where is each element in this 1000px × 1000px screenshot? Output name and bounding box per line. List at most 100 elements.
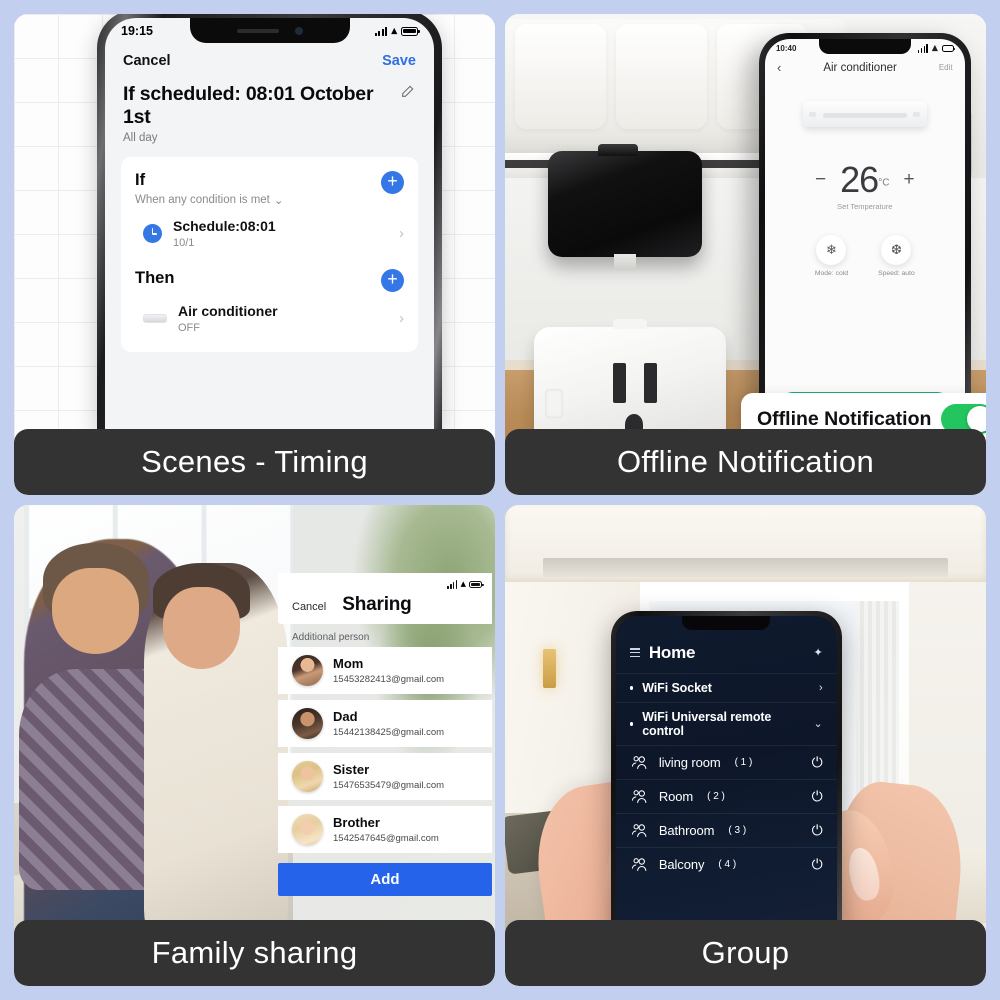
add-button[interactable]: Add: [278, 863, 492, 896]
mode-cold-label: Mode: cold: [814, 270, 849, 278]
group-name: Room: [658, 788, 694, 804]
device-title: Air conditioner: [823, 61, 897, 74]
signal-bars-icon: [374, 26, 388, 36]
panel-group: Home ✦ WiFi Socket › WiFi Universal remo…: [505, 505, 986, 986]
list-item[interactable]: Dad 15442138425@gmail.com: [278, 700, 492, 747]
status-time: 10:40: [775, 44, 797, 54]
cancel-button[interactable]: Cancel: [123, 53, 171, 69]
then-section-header: Then +: [121, 269, 418, 292]
condition-title: Schedule:08:01: [173, 218, 276, 234]
hamburger-menu-icon[interactable]: [629, 648, 640, 658]
group-count: ( 3 ): [728, 824, 747, 836]
sharing-dialog: ▴ Cancel Sharing Additional person Mom 1…: [278, 573, 492, 896]
nav-bar: ‹ Air conditioner Edit: [765, 54, 965, 75]
temperature-control: − 26°C +: [765, 159, 965, 201]
battery-full-icon: [401, 26, 420, 36]
group-row[interactable]: Balcony ( 4 ) ⏻: [615, 846, 837, 881]
phone-screen-scenes: 19:15 ▴ Cancel Save If scheduled: 08:01 …: [105, 18, 434, 430]
group-name: living room: [658, 754, 721, 770]
list-item[interactable]: Mom 15453282413@gmail.com: [278, 647, 492, 694]
speed-auto-button[interactable]: ❆ Speed: auto: [878, 235, 915, 277]
group-count: ( 2 ): [707, 790, 725, 802]
list-item[interactable]: Brother 1542547645@gmail.com: [278, 806, 492, 853]
edit-button[interactable]: Edit: [939, 63, 953, 72]
device-row[interactable]: WiFi Socket ›: [615, 672, 837, 702]
cancel-button[interactable]: Cancel: [292, 601, 326, 613]
snowflake-icon: ❄: [816, 235, 847, 266]
device-row[interactable]: WiFi Universal remote control ⌄: [615, 701, 837, 745]
then-heading: Then: [135, 269, 175, 287]
ac-unit-icon: [802, 101, 927, 128]
group-row[interactable]: Bathroom ( 3 ) ⏻: [615, 812, 837, 847]
panel-family-sharing: ▴ Cancel Sharing Additional person Mom 1…: [14, 505, 495, 986]
scene-title: If scheduled: 08:01 October 1st: [123, 83, 374, 128]
condition-row[interactable]: Schedule:08:01 10/1 ›: [121, 207, 418, 259]
group-row[interactable]: Room ( 2 ) ⏻: [615, 778, 837, 813]
avatar: [292, 655, 323, 686]
action-subtitle: OFF: [178, 322, 200, 334]
save-button[interactable]: Save: [382, 53, 416, 69]
temp-decrease-button[interactable]: −: [815, 169, 826, 191]
group-count: ( 4 ): [718, 858, 737, 870]
device-name: WiFi Socket: [642, 680, 712, 695]
person-email: 15442138425@gmail.com: [333, 727, 445, 738]
person-email: 1542547645@gmail.com: [333, 833, 439, 844]
caption-scenes-timing: Scenes - Timing: [14, 429, 495, 495]
temperature-value: 26: [840, 159, 879, 201]
mode-controls: ❄ Mode: cold ❆ Speed: auto: [765, 235, 965, 277]
chevron-left-icon[interactable]: ‹: [777, 60, 781, 75]
person-name: Sister: [333, 762, 370, 777]
people-group-icon: [631, 857, 647, 871]
list-item[interactable]: Sister 15476535479@gmail.com: [278, 753, 492, 800]
if-section-header: If When any condition is met ⌄ +: [121, 171, 418, 207]
power-icon[interactable]: ⏻: [812, 822, 823, 839]
sharing-title: Sharing: [342, 594, 412, 615]
if-heading: If: [135, 171, 146, 189]
clock-icon: [143, 224, 162, 243]
person-name: Brother: [333, 815, 380, 830]
action-row[interactable]: Air conditioner OFF ›: [121, 292, 418, 344]
phone-mockup-ac-control: 10:40 ▴ ‹ Air conditioner Edit − 26°C + …: [758, 33, 971, 447]
panel-offline-notification: 10:40 ▴ ‹ Air conditioner Edit − 26°C + …: [505, 14, 986, 495]
sharing-header: ▴ Cancel Sharing: [278, 573, 492, 624]
bullet-dot-icon: [629, 722, 634, 726]
speed-auto-label: Speed: auto: [878, 270, 915, 278]
caption-group: Group: [505, 920, 986, 986]
wifi-icon: ▴: [460, 578, 466, 590]
if-condition-label: When any condition is met: [135, 194, 270, 206]
offline-notification-label: Offline Notification: [757, 407, 932, 430]
panel-scenes-timing: 19:15 ▴ Cancel Save If scheduled: 08:01 …: [14, 14, 495, 495]
power-icon[interactable]: ⏻: [812, 788, 823, 805]
signal-bars-icon: [917, 44, 929, 54]
add-device-icon[interactable]: ✦: [813, 646, 822, 659]
caption-offline-notification: Offline Notification: [505, 429, 986, 495]
device-name: WiFi Universal remote control: [642, 709, 772, 738]
wifi-icon: ▴: [932, 42, 938, 55]
chevron-right-icon: ›: [819, 681, 823, 694]
avatar: [292, 761, 323, 792]
add-condition-button[interactable]: +: [381, 171, 404, 194]
chevron-right-icon: ›: [399, 310, 404, 327]
status-bar: ▴: [292, 578, 484, 590]
group-name: Bathroom: [658, 822, 715, 838]
power-icon[interactable]: ⏻: [812, 754, 823, 771]
set-temperature-label: Set Temperature: [837, 202, 893, 212]
battery-full-icon: [469, 581, 484, 588]
scene-title-row: If scheduled: 08:01 October 1st: [105, 71, 434, 129]
if-condition-selector[interactable]: When any condition is met ⌄: [135, 193, 284, 207]
group-row[interactable]: living room ( 1 ) ⏻: [615, 744, 837, 779]
phone-notch: [682, 615, 771, 630]
pencil-icon[interactable]: [400, 83, 416, 99]
condition-subtitle: 10/1: [173, 237, 195, 249]
chevron-right-icon: ›: [399, 225, 404, 242]
wifi-icon: ▴: [391, 24, 397, 37]
phone-mockup-scenes: 19:15 ▴ Cancel Save If scheduled: 08:01 …: [97, 14, 442, 430]
status-time: 19:15: [121, 24, 153, 38]
avatar: [292, 814, 323, 845]
air-conditioner-icon: [143, 314, 167, 323]
page-title: Home: [648, 642, 696, 662]
add-action-button[interactable]: +: [381, 269, 404, 292]
temp-increase-button[interactable]: +: [903, 169, 914, 191]
power-icon[interactable]: ⏻: [812, 856, 823, 873]
mode-cold-button[interactable]: ❄ Mode: cold: [815, 235, 848, 277]
